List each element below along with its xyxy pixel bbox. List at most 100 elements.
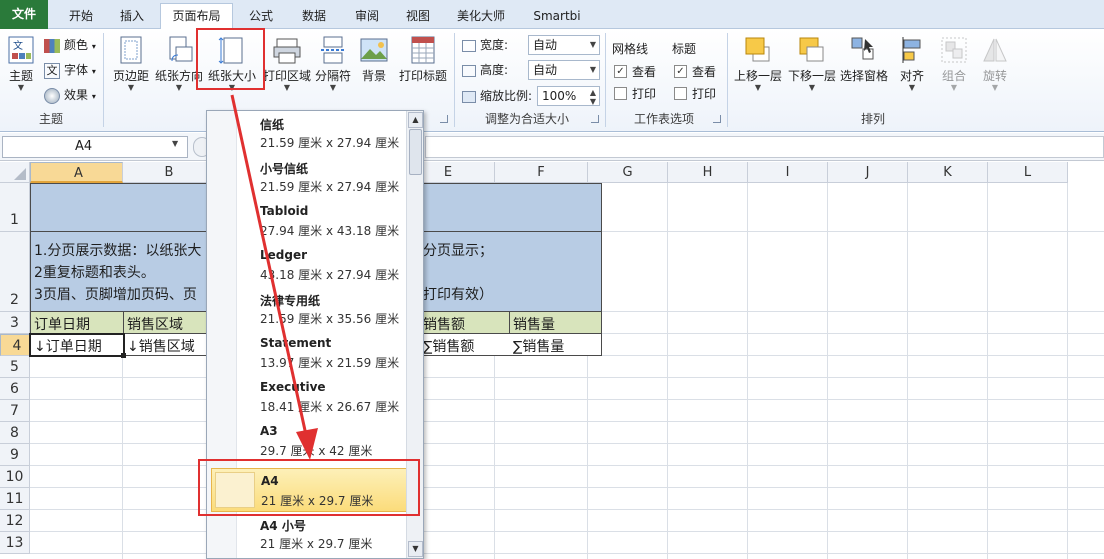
column-header-f[interactable]: F [495, 162, 588, 183]
paper-size-item[interactable]: A3 29.7 厘米 x 42 厘米 [207, 419, 407, 463]
row-header-4[interactable]: 4 [0, 334, 30, 356]
active-cell-selection[interactable] [29, 333, 125, 357]
scroll-thumb[interactable] [409, 129, 422, 175]
scale-icon [462, 90, 476, 103]
paper-size-item[interactable]: Statement 13.97 厘米 x 21.59 厘米 [207, 331, 407, 375]
tab-smartbi[interactable]: Smartbi [524, 5, 590, 29]
scale-spinner[interactable]: 100% ▲ ▼ [537, 86, 600, 106]
cell-e4[interactable]: ∑销售额 [420, 336, 474, 356]
paper-size-item[interactable]: Ledger 43.18 厘米 x 27.94 厘米 [207, 243, 407, 287]
headings-heading: 标题 [672, 42, 697, 56]
formula-input[interactable] [425, 136, 1104, 158]
theme-colors-button[interactable]: 颜色 ▾ [44, 35, 96, 55]
paper-size-name: 法律专用纸 [260, 294, 321, 308]
column-header-g[interactable]: G [588, 162, 668, 183]
headings-print-checkbox[interactable]: 打印 [674, 84, 716, 104]
column-header-h[interactable]: H [668, 162, 748, 183]
headings-view-checkbox[interactable]: ✓ 查看 [674, 62, 716, 82]
tab-beautify-master[interactable]: 美化大师 [450, 5, 512, 29]
paper-size-dimensions: 21.59 厘米 x 27.94 厘米 [260, 180, 400, 194]
tab-data[interactable]: 数据 [292, 5, 336, 29]
themes-button[interactable]: 文 主题 ▼ [2, 33, 40, 105]
tab-page-layout[interactable]: 页面布局 [160, 3, 233, 30]
paper-size-item[interactable]: A4 小号 21 厘米 x 29.7 厘米 [207, 512, 407, 556]
gridlines-view-checkbox[interactable]: ✓ 查看 [614, 62, 656, 82]
cell-e3[interactable]: 销售额 [420, 314, 465, 334]
background-button[interactable]: 背景 [356, 33, 392, 105]
margins-icon [120, 36, 142, 64]
group-objects-button[interactable]: 组合 ▼ [936, 33, 972, 105]
row-header-10[interactable]: 10 [0, 466, 30, 488]
height-select[interactable]: 自动 ▼ [528, 60, 600, 80]
paper-size-item[interactable]: Tabloid 27.94 厘米 x 43.18 厘米 [207, 199, 407, 243]
checkbox-unchecked-icon [674, 87, 687, 100]
row-header-2[interactable]: 2 [0, 232, 30, 312]
tab-insert[interactable]: 插入 [110, 5, 154, 29]
row-header-1[interactable]: 1 [0, 183, 30, 232]
theme-fonts-button[interactable]: 文字体 ▾ [44, 60, 96, 80]
column-header-b[interactable]: B [123, 162, 216, 183]
checkbox-unchecked-icon [614, 87, 627, 100]
column-header-k[interactable]: K [908, 162, 988, 183]
scroll-down-icon[interactable]: ▼ [408, 541, 423, 557]
rotate-button[interactable]: 旋转 ▼ [976, 33, 1014, 105]
gridline-horizontal [30, 487, 1104, 488]
name-box[interactable]: A4 [2, 136, 188, 158]
paper-size-item[interactable]: Executive 18.41 厘米 x 26.67 厘米 [207, 375, 407, 419]
column-header-i[interactable]: I [748, 162, 828, 183]
tab-formulas[interactable]: 公式 [241, 5, 281, 29]
scale-launcher-icon[interactable] [591, 115, 599, 123]
chevron-down-icon: ▼ [127, 83, 135, 92]
row-header-11[interactable]: 11 [0, 488, 30, 510]
fill-handle[interactable] [121, 353, 126, 358]
page-setup-launcher-icon[interactable] [440, 115, 448, 123]
paper-size-item[interactable]: 法律专用纸 21.59 厘米 x 35.56 厘米 [207, 287, 407, 331]
column-header-l[interactable]: L [988, 162, 1068, 183]
bring-forward-button[interactable]: 上移一层 ▼ [732, 33, 784, 105]
bring-forward-icon [745, 37, 770, 62]
row-header-8[interactable]: 8 [0, 422, 30, 444]
cell-f4[interactable]: ∑销售量 [510, 336, 564, 356]
cell-a3[interactable]: 订单日期 [31, 314, 90, 334]
align-button[interactable]: 对齐 ▼ [894, 33, 930, 105]
scroll-up-icon[interactable]: ▲ [408, 112, 423, 128]
row-header-12[interactable]: 12 [0, 510, 30, 532]
height-label: 高度: [462, 60, 508, 80]
row-header-9[interactable]: 9 [0, 444, 30, 466]
row-header-7[interactable]: 7 [0, 400, 30, 422]
select-all-corner[interactable] [0, 162, 30, 183]
row-header-6[interactable]: 6 [0, 378, 30, 400]
paper-size-item[interactable]: 小号信纸 21.59 厘米 x 27.94 厘米 [207, 155, 407, 199]
send-backward-icon [799, 37, 824, 62]
worksheet-grid[interactable]: ABCDEFGHIJKL 12345678910111213 1.分页展示数据：… [0, 162, 1104, 559]
gridline-vertical [747, 183, 748, 559]
row-header-13[interactable]: 13 [0, 532, 30, 554]
print-area-button[interactable]: 打印区域 ▼ [262, 33, 312, 105]
paper-size-dimensions: 21.59 厘米 x 27.94 厘米 [260, 136, 400, 150]
cell-b3[interactable]: 销售区域 [124, 314, 183, 334]
chevron-down-icon: ▼ [17, 83, 25, 92]
tab-home[interactable]: 开始 [54, 5, 108, 29]
column-header-j[interactable]: J [828, 162, 908, 183]
margins-button[interactable]: 页边距 ▼ [108, 33, 154, 105]
tab-file[interactable]: 文件 [0, 0, 48, 29]
sheet-options-launcher-icon[interactable] [713, 115, 721, 123]
breaks-button[interactable]: 分隔符 ▼ [312, 33, 354, 105]
selection-pane-button[interactable]: 选择窗格 [838, 33, 890, 105]
cell-f3[interactable]: 销售量 [510, 314, 555, 334]
cell-b4[interactable]: ↓销售区域 [124, 336, 195, 356]
gridlines-print-checkbox[interactable]: 打印 [614, 84, 656, 104]
tab-view[interactable]: 视图 [396, 5, 440, 29]
paper-size-item[interactable]: 信纸 21.59 厘米 x 27.94 厘米 [207, 111, 407, 155]
width-select[interactable]: 自动 ▼ [528, 35, 600, 55]
row-header-3[interactable]: 3 [0, 312, 30, 334]
chevron-down-icon: ▼ [991, 83, 999, 92]
row-header-5[interactable]: 5 [0, 356, 30, 378]
spinner-arrows-icon[interactable]: ▲ ▼ [590, 88, 596, 106]
print-titles-button[interactable]: 打印标题 [396, 33, 450, 105]
tab-review[interactable]: 审阅 [345, 5, 389, 29]
column-header-a[interactable]: A [30, 162, 123, 183]
theme-effects-button[interactable]: 效果 ▾ [44, 85, 96, 105]
send-backward-button[interactable]: 下移一层 ▼ [786, 33, 838, 105]
chevron-down-icon[interactable]: ▼ [172, 139, 178, 148]
